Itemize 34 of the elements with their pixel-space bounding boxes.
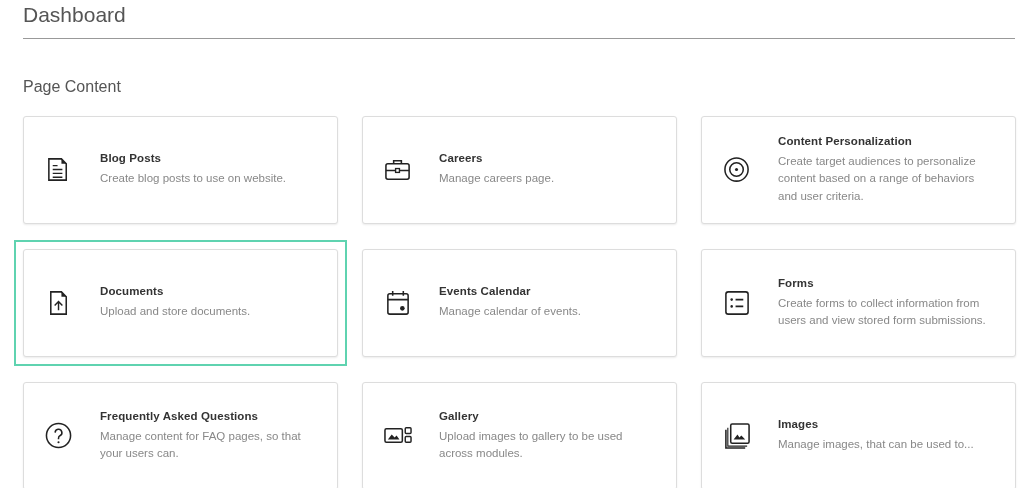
card-description: Manage careers page. xyxy=(439,171,556,187)
card-description: Upload and store documents. xyxy=(100,304,252,320)
card-description: Manage calendar of events. xyxy=(439,304,582,320)
card-description: Create target audiences to personalize content based on a range of behaviors and user criteria. xyxy=(778,153,977,204)
calendar-icon xyxy=(384,289,412,317)
card-title: Images xyxy=(778,418,820,431)
list-icon xyxy=(723,289,751,317)
module-card[interactable]: Events Calendar Manage calendar of events. xyxy=(362,249,677,357)
section-heading: Page Content xyxy=(23,77,121,97)
card-title: Frequently Asked Questions xyxy=(100,409,260,422)
card-description: Create forms to collect information from users and view stored form submissions. xyxy=(778,295,987,328)
card-description: Manage images, that can be used to... xyxy=(778,437,975,453)
card-title: Forms xyxy=(778,276,815,289)
card-title: Documents xyxy=(100,285,165,298)
module-card[interactable]: Careers Manage careers page. xyxy=(362,116,677,224)
card-description: Manage content for FAQ pages, so that your users can. xyxy=(100,428,302,461)
module-card[interactable]: Gallery Upload images to gallery to be used across modules. xyxy=(362,382,677,488)
card-title: Events Calendar xyxy=(439,285,532,298)
module-card[interactable]: Images Manage images, that can be used to... xyxy=(701,382,1016,488)
target-icon xyxy=(723,156,751,184)
card-description: Upload images to gallery to be used across modules. xyxy=(439,428,624,461)
module-card[interactable]: Blog Posts Create blog posts to use on website. xyxy=(23,116,338,224)
card-title: Content Personalization xyxy=(778,134,913,147)
card-title: Careers xyxy=(439,152,484,165)
module-card[interactable]: Forms Create forms to collect information from users and view stored form submissions. xyxy=(701,249,1016,357)
module-card[interactable]: Content Personalization Create target audiences to personalize content based on a range of behaviors and user criteria. xyxy=(701,116,1016,224)
module-card[interactable]: Frequently Asked Questions Manage content for FAQ pages, so that your users can. xyxy=(23,382,338,488)
page-title: Dashboard xyxy=(23,2,127,28)
question-icon xyxy=(45,422,73,450)
images-icon xyxy=(723,422,751,450)
module-card[interactable]: Documents Upload and store documents. xyxy=(23,249,338,357)
card-title: Gallery xyxy=(439,409,480,422)
card-title: Blog Posts xyxy=(100,152,163,165)
card-description: Create blog posts to use on website. xyxy=(100,171,288,187)
